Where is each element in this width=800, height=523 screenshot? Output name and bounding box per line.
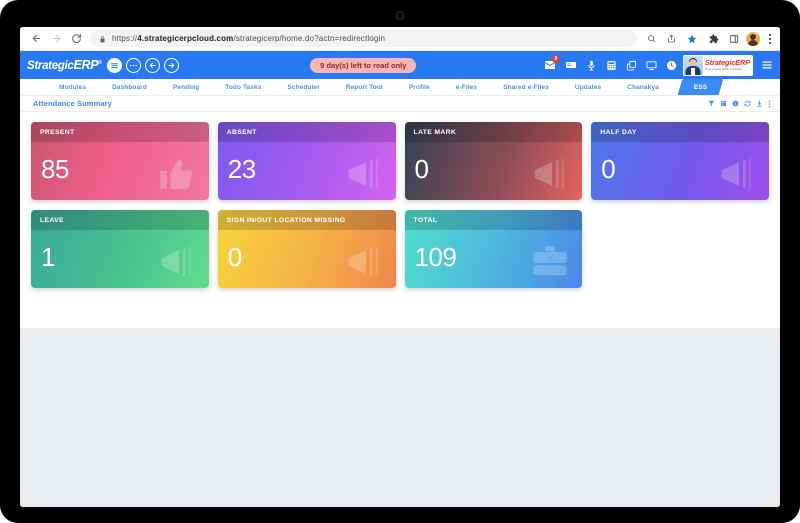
attendance-summary-content: PRESENT 85 ABSENT 23 LATE MARK 0 HALF DA… [20, 112, 780, 328]
nav-item-scheduler[interactable]: Scheduler [274, 79, 332, 95]
id-card-icon[interactable] [565, 59, 577, 71]
search-zoom-icon[interactable] [644, 31, 659, 46]
filter-icon[interactable] [708, 100, 715, 107]
app-back-icon[interactable] [144, 57, 160, 73]
download-icon[interactable] [756, 100, 763, 107]
share-icon[interactable] [664, 31, 679, 46]
kpi-value: 1 [41, 242, 55, 272]
nav-item-dashboard[interactable]: Dashboard [99, 79, 160, 95]
address-bar[interactable]: https://4.strategicerpcloud.com/strategi… [90, 30, 637, 47]
page-background [20, 328, 780, 507]
kpi-value: 85 [41, 154, 69, 184]
star-bookmark-icon[interactable] [684, 31, 699, 46]
nav-item-pending[interactable]: Pending [160, 79, 212, 95]
kpi-value: 0 [227, 242, 242, 272]
microphone-icon[interactable] [586, 60, 597, 71]
mail-badge-count: 0 [551, 55, 560, 63]
back-button[interactable] [26, 29, 46, 49]
kpi-value: 109 [414, 242, 457, 272]
nav-item-modules[interactable]: Modules [46, 79, 99, 95]
kpi-card-sign-location-missing[interactable]: SIGN IN/OUT LOCATION MISSING 0 [217, 210, 396, 288]
main-menu-icon[interactable] [761, 59, 773, 71]
windows-copy-icon[interactable] [626, 60, 637, 71]
user-avatar-photo [683, 55, 703, 75]
browser-toolbar: https://4.strategicerpcloud.com/strategi… [20, 27, 780, 51]
nav-item-todo-tasks[interactable]: Todo Tasks [212, 79, 274, 95]
forward-button[interactable] [46, 29, 66, 49]
chrome-profile-avatar[interactable] [746, 31, 760, 46]
nav-item-efiles[interactable]: e-Files [443, 79, 490, 95]
nav-item-report-tool[interactable]: Report Tool [333, 79, 396, 95]
browser-window: https://4.strategicerpcloud.com/strategi… [20, 27, 780, 507]
page-action-icons [708, 100, 771, 108]
kpi-value: 23 [227, 154, 256, 184]
mail-icon[interactable]: 0 [544, 55, 560, 71]
chrome-three-dot-menu[interactable] [765, 31, 774, 46]
kpi-card-late-mark[interactable]: LATE MARK 0 [404, 122, 583, 200]
monitor-icon[interactable] [646, 60, 657, 71]
kpi-label: LEAVE [31, 210, 209, 230]
nav-item-profile[interactable]: Profile [396, 79, 443, 95]
side-panel-icon[interactable] [726, 31, 741, 46]
browser-tool-icons [644, 31, 774, 46]
kpi-label: SIGN IN/OUT LOCATION MISSING [217, 210, 396, 230]
main-navigation: Modules Dashboard Pending Todo Tasks Sch… [20, 79, 780, 96]
calculator-icon[interactable] [606, 60, 617, 71]
refresh-icon[interactable] [744, 100, 751, 107]
device-bezel: https://4.strategicerpcloud.com/strategi… [0, 0, 800, 523]
kpi-label: PRESENT [31, 122, 209, 142]
kpi-card-absent[interactable]: ABSENT 23 [217, 122, 396, 200]
page-title-row: Attendance Summary [20, 96, 780, 112]
kpi-value: 0 [601, 154, 616, 184]
page-title: Attendance Summary [33, 99, 112, 108]
kpi-card-total[interactable]: TOTAL 109 [404, 210, 583, 288]
menu-list-icon[interactable] [106, 57, 122, 73]
kpi-card-present[interactable]: PRESENT 85 [31, 122, 209, 200]
globe-clock-icon[interactable] [666, 60, 677, 71]
nav-item-updates[interactable]: Updates [562, 79, 614, 95]
app-forward-icon[interactable] [163, 57, 179, 73]
lock-icon [99, 30, 106, 48]
app-logo[interactable]: StrategicERP® [27, 58, 102, 72]
nav-item-shared-efiles[interactable]: Shared e-Files [490, 79, 562, 95]
more-options-icon[interactable] [125, 57, 141, 73]
webcam-dot [395, 11, 405, 20]
kpi-card-half-day[interactable]: HALF DAY 0 [591, 122, 769, 200]
nav-item-ess[interactable]: ESS [677, 79, 724, 95]
grid-view-icon[interactable] [720, 100, 727, 107]
company-logo: StrategicERP Real Estate ERP Software [704, 58, 750, 71]
info-icon[interactable] [732, 100, 739, 107]
kpi-card-grid: PRESENT 85 ABSENT 23 LATE MARK 0 HALF DA… [31, 122, 769, 288]
more-vertical-icon[interactable] [768, 100, 771, 108]
reload-button[interactable] [66, 29, 86, 49]
kpi-label: ABSENT [217, 122, 396, 142]
kpi-label: TOTAL [404, 210, 583, 230]
kpi-label: LATE MARK [404, 122, 583, 142]
kpi-card-leave[interactable]: LEAVE 1 [31, 210, 209, 288]
trial-status-badge: 9 day(s) left to read only [310, 57, 417, 73]
kpi-label: HALF DAY [591, 122, 769, 142]
app-header: StrategicERP® 9 day(s) left to read only… [20, 51, 780, 79]
url-text: https://4.strategicerpcloud.com/strategi… [112, 34, 386, 43]
nav-item-chanakya[interactable]: Chanakya [614, 79, 672, 95]
user-profile-chip[interactable]: StrategicERP Real Estate ERP Software [682, 54, 753, 76]
kpi-value: 0 [414, 154, 429, 184]
puzzle-extensions-icon[interactable] [706, 31, 721, 46]
header-icon-bar: 0 [544, 55, 677, 71]
